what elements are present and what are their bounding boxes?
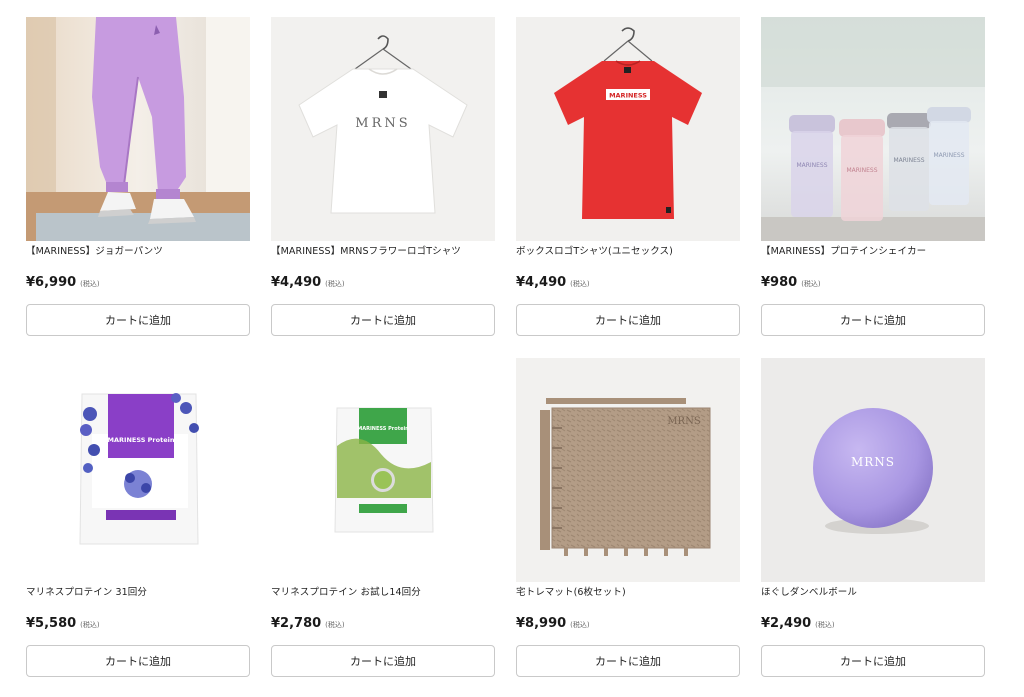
product-name[interactable]: ボックスロゴTシャツ(ユニセックス) xyxy=(516,245,742,259)
product-name[interactable]: 【MARINESS】プロテインシェイカー xyxy=(761,245,987,259)
product-price: ¥8,990 xyxy=(516,616,567,631)
product-price: ¥980 xyxy=(761,275,798,290)
tax-label: (税込) xyxy=(80,280,100,288)
tax-label: (税込) xyxy=(570,621,590,629)
product-price: ¥2,780 xyxy=(271,616,322,631)
product-image-blueberry-protein[interactable]: MARINESS Protein xyxy=(26,358,250,582)
product-price: ¥4,490 xyxy=(271,275,322,290)
price-row: ¥4,490 (税込) xyxy=(516,271,590,291)
product-name[interactable]: 【MARINESS】MRNSフラワーロゴTシャツ xyxy=(271,245,497,259)
shaker-label: MARINESS xyxy=(846,167,877,174)
product-name[interactable]: ほぐしダンベルボール xyxy=(761,586,987,600)
tax-label: (税込) xyxy=(325,621,345,629)
product-price: ¥5,580 xyxy=(26,616,77,631)
product-image-red-tshirt[interactable]: MARINESS xyxy=(516,17,740,241)
pouch-label: MARINESS Protein xyxy=(108,436,175,444)
shaker-label: MARINESS xyxy=(796,162,827,169)
add-to-cart-button[interactable]: カートに追加 xyxy=(761,304,985,336)
product-image-white-tshirt[interactable]: MRNS xyxy=(271,17,495,241)
tax-label: (税込) xyxy=(801,280,821,288)
product-image-jogger-pants[interactable] xyxy=(26,17,250,241)
product-image-protein-shakers[interactable]: MARINESS MARINESS MARINESS MARINESS xyxy=(761,17,985,241)
add-to-cart-button[interactable]: カートに追加 xyxy=(516,304,740,336)
product-image-training-mat[interactable]: MRNS xyxy=(516,358,740,582)
product-grid: 【MARINESS】ジョガーパンツ ¥6,990 (税込) カートに追加 MRNS… xyxy=(0,0,1024,697)
product-price: ¥4,490 xyxy=(516,275,567,290)
shaker-label: MARINESS xyxy=(933,152,964,159)
add-to-cart-button[interactable]: カートに追加 xyxy=(26,645,250,677)
shaker-label: MARINESS xyxy=(893,157,924,164)
add-to-cart-button[interactable]: カートに追加 xyxy=(271,304,495,336)
pouch-label: MARINESS Protein xyxy=(357,426,409,432)
price-row: ¥980 (税込) xyxy=(761,271,821,291)
tax-label: (税込) xyxy=(325,280,345,288)
add-to-cart-button[interactable]: カートに追加 xyxy=(516,645,740,677)
add-to-cart-button[interactable]: カートに追加 xyxy=(761,645,985,677)
shirt-print: MRNS xyxy=(355,116,410,131)
product-name[interactable]: 宅トレマット(6枚セット) xyxy=(516,586,742,600)
product-price: ¥2,490 xyxy=(761,616,812,631)
add-to-cart-button[interactable]: カートに追加 xyxy=(26,304,250,336)
product-name[interactable]: マリネスプロテイン お試し14回分 xyxy=(271,586,497,600)
add-to-cart-button[interactable]: カートに追加 xyxy=(271,645,495,677)
tax-label: (税込) xyxy=(80,621,100,629)
price-row: ¥2,780 (税込) xyxy=(271,612,345,632)
price-row: ¥5,580 (税込) xyxy=(26,612,100,632)
product-image-matcha-protein[interactable]: MARINESS Protein xyxy=(271,358,495,582)
price-row: ¥2,490 (税込) xyxy=(761,612,835,632)
tax-label: (税込) xyxy=(815,621,835,629)
price-row: ¥8,990 (税込) xyxy=(516,612,590,632)
ball-logo: MRNS xyxy=(851,455,895,469)
product-name[interactable]: 【MARINESS】ジョガーパンツ xyxy=(26,245,252,259)
mat-logo: MRNS xyxy=(667,416,701,427)
tax-label: (税込) xyxy=(570,280,590,288)
price-row: ¥6,990 (税込) xyxy=(26,271,100,291)
product-image-massage-ball[interactable]: MRNS xyxy=(761,358,985,582)
shirt-logo-text: MARINESS xyxy=(609,92,647,100)
product-price: ¥6,990 xyxy=(26,275,77,290)
price-row: ¥4,490 (税込) xyxy=(271,271,345,291)
product-name[interactable]: マリネスプロテイン 31回分 xyxy=(26,586,252,600)
